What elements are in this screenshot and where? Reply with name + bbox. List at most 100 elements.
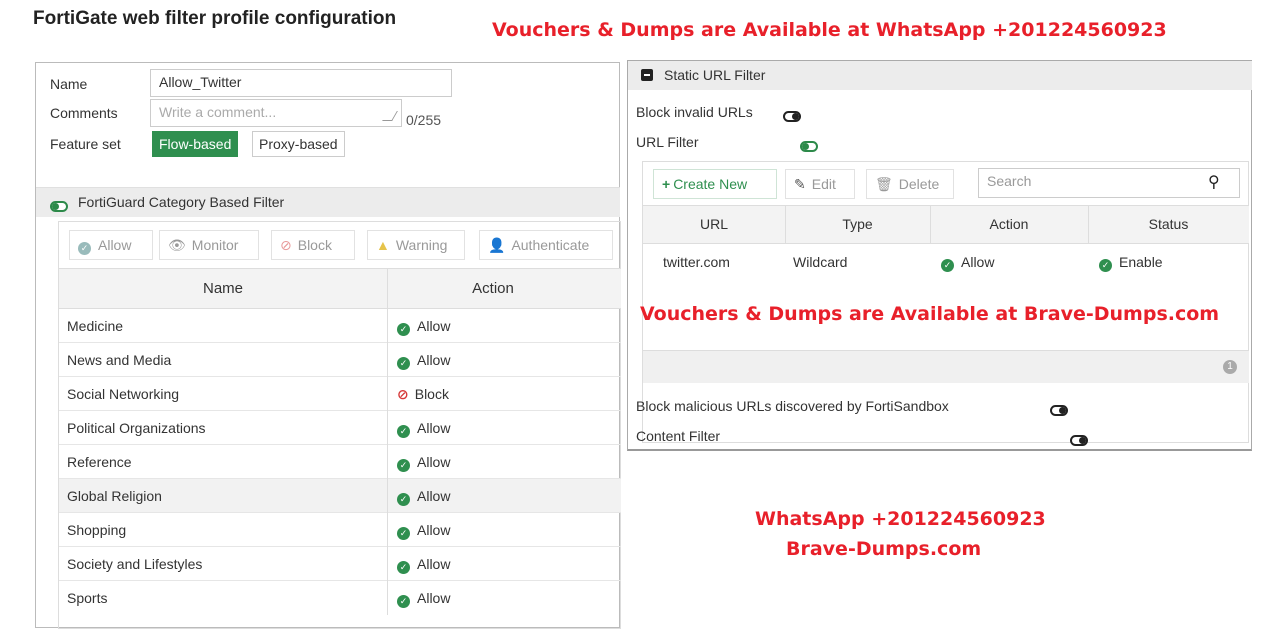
pencil-icon: ✎ [794,176,806,192]
eye-icon: 👁 [168,237,186,253]
content-filter-toggle[interactable] [1069,434,1088,446]
row-name: Global Religion [67,488,162,504]
table-row[interactable]: Medicine ✓ Allow [59,309,621,343]
collapse-icon[interactable] [641,69,653,81]
check-circle-icon: ✓ [397,459,410,472]
row-count-badge: 1 [1223,360,1237,374]
url-filter-label: URL Filter [636,134,699,150]
row-url: twitter.com [663,254,730,270]
row-name: Society and Lifestyles [67,556,203,572]
block-invalid-label: Block invalid URLs [636,104,753,120]
row-name: Reference [67,454,132,470]
column-header-status[interactable]: Status [1088,216,1249,232]
row-action: ✓ Allow [397,454,450,472]
table-row[interactable]: twitter.com Wildcard ✓ Allow ✓ Enable [643,244,1249,280]
column-header-url[interactable]: URL [643,216,785,232]
fortiguard-section-header: FortiGuard Category Based Filter [36,187,620,217]
row-name: Political Organizations [67,420,206,436]
watermark-bottom-2: Brave-Dumps.com [786,538,982,560]
check-circle-icon: ✓ [397,527,410,540]
row-action: ✓ Allow [397,318,450,336]
block-malicious-label: Block malicious URLs discovered by Forti… [636,398,949,414]
authenticate-button[interactable]: 👤 Authenticate [479,230,613,260]
delete-button[interactable]: 🗑 Delete [866,169,954,199]
fortiguard-title: FortiGuard Category Based Filter [78,194,285,210]
comments-placeholder: Write a comment... [159,104,277,120]
search-input[interactable]: Search [978,168,1240,198]
monitor-button[interactable]: 👁 Monitor [159,230,259,260]
check-circle-icon: ✓ [397,595,410,608]
table-row[interactable]: Shopping ✓ Allow [59,513,621,547]
column-header-name[interactable]: Name [59,280,387,297]
check-circle-icon: ✓ [397,493,410,506]
static-url-panel: Static URL Filter Block invalid URLs URL… [627,60,1252,451]
table-row[interactable]: Sports ✓ Allow [59,581,621,615]
row-name: Medicine [67,318,124,334]
table-row[interactable]: News and Media ✓ Allow [59,343,621,377]
row-action: ✓ Allow [397,522,450,540]
row-action: ✓ Allow [941,254,994,272]
column-header-action[interactable]: Action [930,216,1088,232]
row-action: ✓ Allow [397,420,450,438]
table-row[interactable]: Society and Lifestyles ✓ Allow [59,547,621,581]
warning-button[interactable]: ▲ Warning [367,230,465,260]
warning-icon: ▲ [376,237,390,253]
row-type: Wildcard [793,254,848,270]
check-circle-icon: ✓ [397,323,410,336]
row-action: ✓ Allow [397,488,450,506]
static-url-header: Static URL Filter [628,61,1252,90]
check-circle-icon: ✓ [941,259,954,272]
name-label: Name [50,76,88,92]
watermark-top: Vouchers & Dumps are Available at WhatsA… [492,19,1167,41]
check-circle-icon: ✓ [397,425,410,438]
allow-button[interactable]: ✓ Allow [69,230,153,260]
fortiguard-toggle[interactable] [50,200,68,212]
content-filter-label: Content Filter [636,428,721,444]
check-circle-icon: ✓ [397,357,410,370]
block-button[interactable]: ⊘ Block [271,230,355,260]
search-icon[interactable]: ⚲ [1208,172,1220,192]
row-status: ✓ Enable [1099,254,1163,272]
edit-button[interactable]: ✎ Edit [785,169,855,199]
block-icon: ⊘ [280,237,292,253]
block-invalid-toggle[interactable] [783,110,801,122]
watermark-bottom-1: WhatsApp +201224560923 [755,508,1046,530]
column-header-action[interactable]: Action [387,280,599,297]
category-table-header: Name Action [59,268,621,309]
profile-panel: Name Allow_Twitter Comments Write a comm… [35,62,621,629]
name-value: Allow_Twitter [159,74,242,90]
trash-icon: 🗑 [875,176,893,192]
row-action: ✓ Allow [397,352,450,370]
column-header-type[interactable]: Type [785,216,930,232]
feature-set-flow-based[interactable]: Flow-based [152,131,239,157]
row-name: News and Media [67,352,172,368]
create-new-button[interactable]: + Create New [653,169,777,199]
comments-textarea[interactable]: Write a comment... [150,99,402,127]
check-icon: ✓ [78,242,91,255]
check-circle-icon: ✓ [397,561,410,574]
block-icon: ⊘ [397,386,409,402]
url-filter-toggle[interactable] [799,140,818,152]
static-url-title: Static URL Filter [664,67,766,83]
feature-set-label: Feature set [50,136,121,152]
row-action: ✓ Allow [397,556,450,574]
feature-set-proxy-based[interactable]: Proxy-based [252,131,345,157]
user-icon: 👤 [488,237,506,253]
name-input[interactable]: Allow_Twitter [150,69,452,97]
url-table-header: URL Type Action Status [643,205,1249,244]
row-action: ✓ Allow [397,590,450,608]
table-row[interactable]: Reference ✓ Allow [59,445,621,479]
table-row[interactable]: Political Organizations ✓ Allow [59,411,621,445]
table-row[interactable]: Global Religion ✓ Allow [59,479,621,513]
url-table-footer: 1 [643,350,1249,383]
row-action: ⊘ Block [397,386,449,402]
comments-counter: 0/255 [406,112,442,128]
table-row[interactable]: Social Networking ⊘ Block [59,377,621,411]
watermark-middle: Vouchers & Dumps are Available at Brave-… [640,303,1220,325]
comments-label: Comments [50,105,118,121]
check-circle-icon: ✓ [1099,259,1112,272]
plus-icon: + [662,176,671,192]
row-name: Sports [67,590,108,606]
block-malicious-toggle[interactable] [1049,404,1068,416]
category-table-container: ✓ Allow 👁 Monitor ⊘ Block ▲ Warning 👤 Authent… [58,221,621,629]
